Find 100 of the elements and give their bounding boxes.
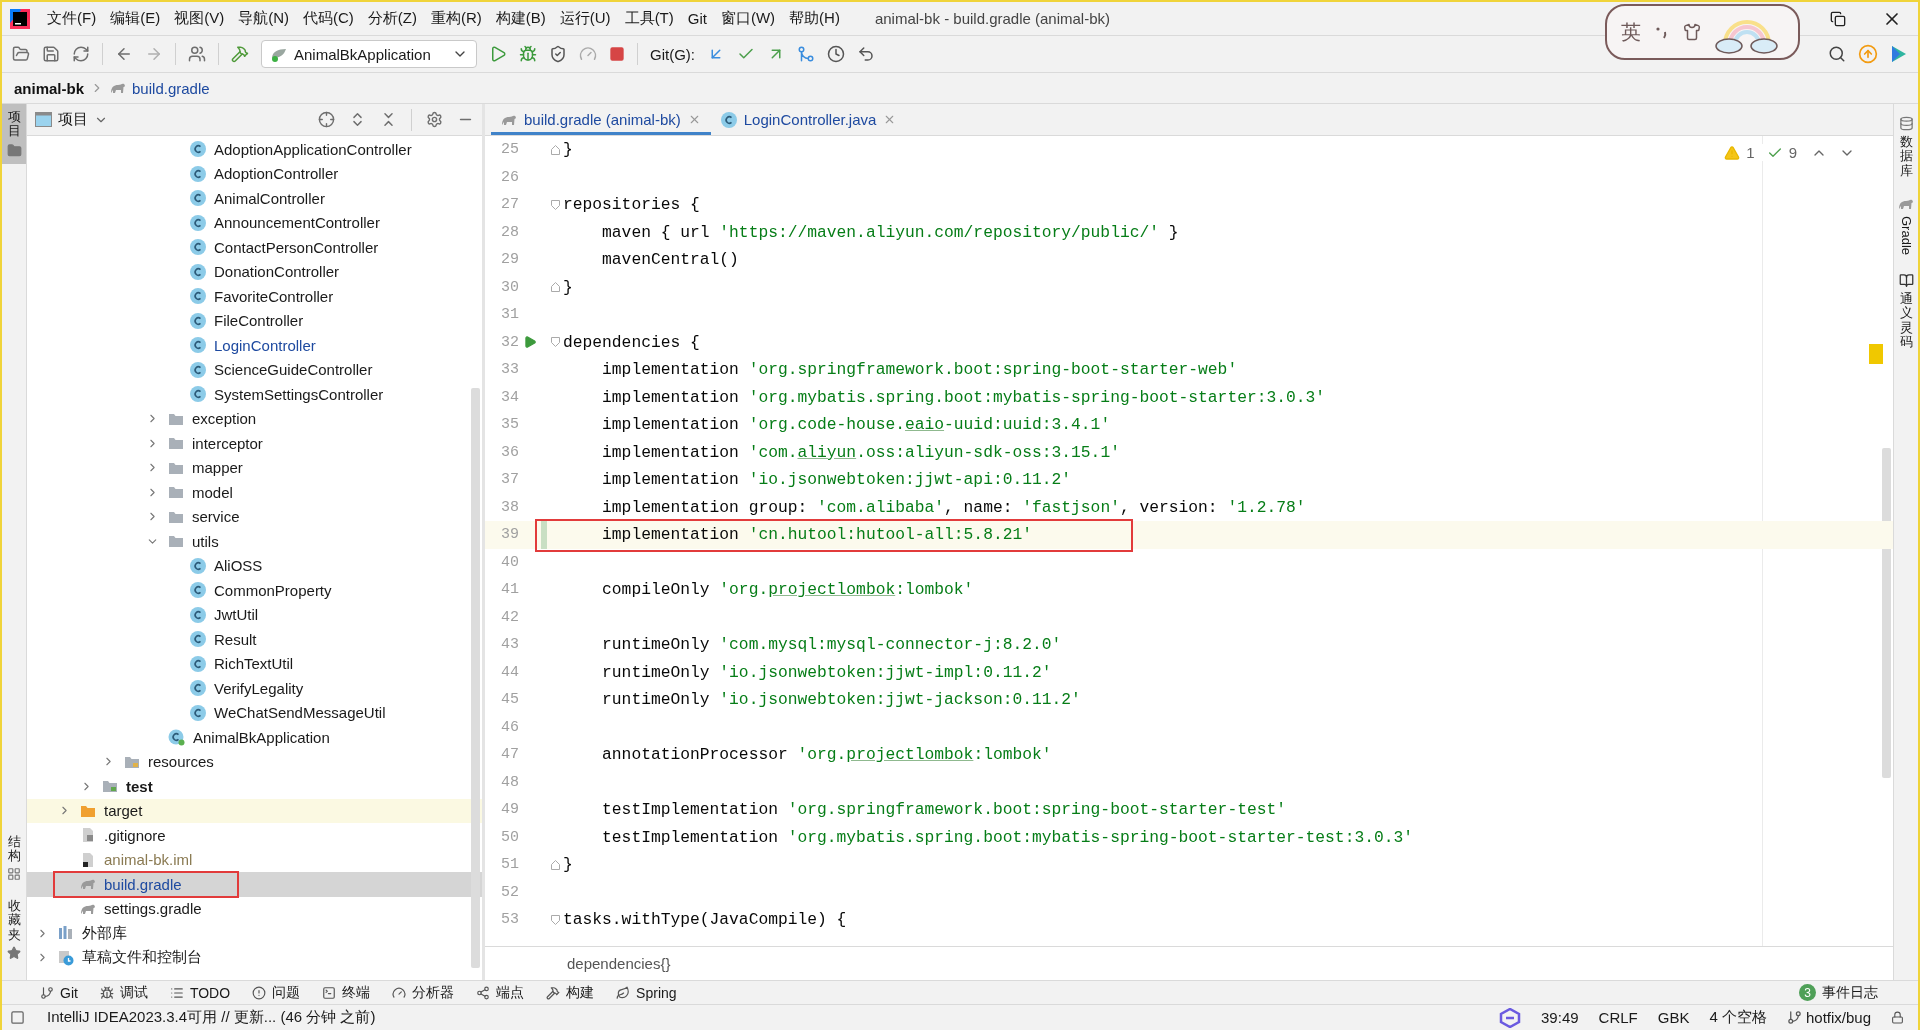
tool-window-tab[interactable]: 数据库 <box>1894 110 1918 184</box>
project-view-dropdown[interactable]: 项目 <box>35 110 108 129</box>
run-configuration-dropdown[interactable]: AnimalBkApplication <box>261 40 477 68</box>
rollback-icon[interactable] <box>857 45 875 63</box>
tool-window-button[interactable]: 调试 <box>99 983 148 1002</box>
menu-item[interactable]: 构建(B) <box>488 7 553 30</box>
tree-item[interactable]: JwtUtil <box>27 602 482 627</box>
sync-icon[interactable] <box>72 45 90 63</box>
stop-icon[interactable] <box>609 46 625 62</box>
tree-item[interactable]: AnimalController <box>27 186 482 211</box>
restore-icon[interactable] <box>1830 10 1846 27</box>
settings-icon[interactable] <box>426 111 443 128</box>
forward-icon[interactable] <box>145 45 163 63</box>
open-folder-icon[interactable] <box>12 45 30 63</box>
tree-item[interactable]: 外部库 <box>27 921 482 946</box>
tool-window-tab[interactable]: Gradle <box>1894 189 1918 261</box>
tree-item[interactable]: CommonProperty <box>27 578 482 603</box>
tree-item[interactable]: AdoptionApplicationController <box>27 137 482 162</box>
hammer-icon[interactable] <box>231 45 249 63</box>
tree-item[interactable]: WeChatSendMessageUtil <box>27 700 482 725</box>
tool-window-button[interactable]: Git <box>40 984 78 1001</box>
tool-window-button[interactable]: 问题 <box>252 983 301 1002</box>
tree-item[interactable]: interceptor <box>27 431 482 456</box>
menu-item[interactable]: 运行(U) <box>552 7 618 30</box>
fold-icon[interactable] <box>550 199 560 210</box>
tool-window-tab[interactable]: 收藏夹 <box>2 893 26 966</box>
line-separator[interactable]: CRLF <box>1598 1009 1638 1026</box>
ime-toolbar[interactable]: 英 <box>1605 4 1800 60</box>
locate-icon[interactable] <box>318 111 335 128</box>
tree-item[interactable]: AnimalBkApplication <box>27 725 482 750</box>
scrollbar-thumb[interactable] <box>1882 448 1891 778</box>
tool-window-button[interactable]: TODO <box>169 984 231 1001</box>
git-branch[interactable]: hotfix/bug <box>1805 1009 1871 1026</box>
tree-item[interactable]: test <box>27 774 482 799</box>
tree-item[interactable]: ContactPersonController <box>27 235 482 260</box>
tool-window-tab[interactable]: 结构 <box>2 828 26 888</box>
fold-icon[interactable] <box>550 144 560 155</box>
breadcrumb-item[interactable]: animal-bk <box>14 79 85 97</box>
code-breadcrumb[interactable]: dependencies{} <box>567 955 671 972</box>
users-icon[interactable] <box>188 45 206 63</box>
search-icon[interactable] <box>1828 45 1846 63</box>
menu-item[interactable]: 窗口(W) <box>713 7 783 30</box>
editor-tab[interactable]: build.gradle (animal-bk) <box>491 104 711 135</box>
scrollbar-thumb[interactable] <box>471 388 480 968</box>
tree-item[interactable]: service <box>27 504 482 529</box>
run-icon[interactable] <box>489 45 507 63</box>
caret-position[interactable]: 39:49 <box>1541 1009 1579 1026</box>
tree-item[interactable]: DonationController <box>27 259 482 284</box>
menu-item[interactable]: Git <box>680 8 714 29</box>
tree-item[interactable]: exception <box>27 406 482 431</box>
tree-item[interactable]: AnnouncementController <box>27 210 482 235</box>
lock-icon[interactable] <box>1891 1011 1904 1024</box>
file-encoding[interactable]: GBK <box>1657 1009 1690 1026</box>
tree-item[interactable]: animal-bk.iml <box>27 847 482 872</box>
breadcrumb-item[interactable]: build.gradle <box>132 79 210 97</box>
tree-item[interactable]: ScienceGuideController <box>27 357 482 382</box>
tool-window-button[interactable]: 终端 <box>322 983 371 1002</box>
tree-item[interactable]: utils <box>27 529 482 554</box>
fold-icon[interactable] <box>550 282 560 293</box>
run-gutter-icon[interactable] <box>523 335 537 350</box>
menu-item[interactable]: 文件(F) <box>40 7 104 30</box>
branch-icon[interactable] <box>1786 1010 1802 1025</box>
tool-window-tab[interactable]: 项目 <box>2 104 26 164</box>
menu-item[interactable]: 编辑(E) <box>103 7 168 30</box>
profile-icon[interactable] <box>579 45 597 63</box>
back-icon[interactable] <box>115 45 133 63</box>
debug-icon[interactable] <box>519 45 537 63</box>
tree-item[interactable]: RichTextUtil <box>27 651 482 676</box>
tool-window-button[interactable]: 分析器 <box>392 983 455 1002</box>
menu-item[interactable]: 导航(N) <box>231 7 296 30</box>
tree-item[interactable]: FavoriteController <box>27 284 482 309</box>
tool-window-button[interactable]: 端点 <box>476 983 525 1002</box>
menu-item[interactable]: 重构(R) <box>423 7 489 30</box>
save-icon[interactable] <box>42 45 60 63</box>
tree-item[interactable]: Result <box>27 627 482 652</box>
fold-icon[interactable] <box>550 337 560 348</box>
tree-item[interactable]: LoginController <box>27 333 482 358</box>
indent-setting[interactable]: 4 个空格 <box>1709 1008 1767 1027</box>
menu-item[interactable]: 代码(C) <box>296 7 361 30</box>
fold-icon[interactable] <box>550 859 560 870</box>
tree-item[interactable]: target <box>27 798 482 823</box>
tree-item[interactable]: build.gradle <box>27 872 482 897</box>
tool-window-tab[interactable]: 通义灵码 <box>1894 266 1918 356</box>
plugin-icon[interactable] <box>1890 45 1908 63</box>
tool-window-button[interactable]: 构建 <box>546 983 595 1002</box>
shirt-icon[interactable] <box>1683 23 1701 41</box>
coverage-icon[interactable] <box>549 45 567 63</box>
tree-item[interactable]: AdoptionController <box>27 161 482 186</box>
event-log-button[interactable]: 3 事件日志 <box>1799 983 1878 1002</box>
tree-item[interactable]: mapper <box>27 455 482 480</box>
menu-item[interactable]: 工具(T) <box>617 7 681 30</box>
tree-item[interactable]: .gitignore <box>27 823 482 848</box>
app-logo-icon[interactable] <box>10 8 30 29</box>
tree-item[interactable]: VerifyLegality <box>27 676 482 701</box>
tree-item[interactable]: AliOSS <box>27 553 482 578</box>
tree-item[interactable]: resources <box>27 749 482 774</box>
tree-item[interactable]: SystemSettingsController <box>27 382 482 407</box>
tree-item[interactable]: model <box>27 480 482 505</box>
fold-icon[interactable] <box>550 914 560 925</box>
status-message[interactable]: IntelliJ IDEA2023.3.4可用 // 更新... (46 分钟 之前) <box>47 1008 376 1027</box>
